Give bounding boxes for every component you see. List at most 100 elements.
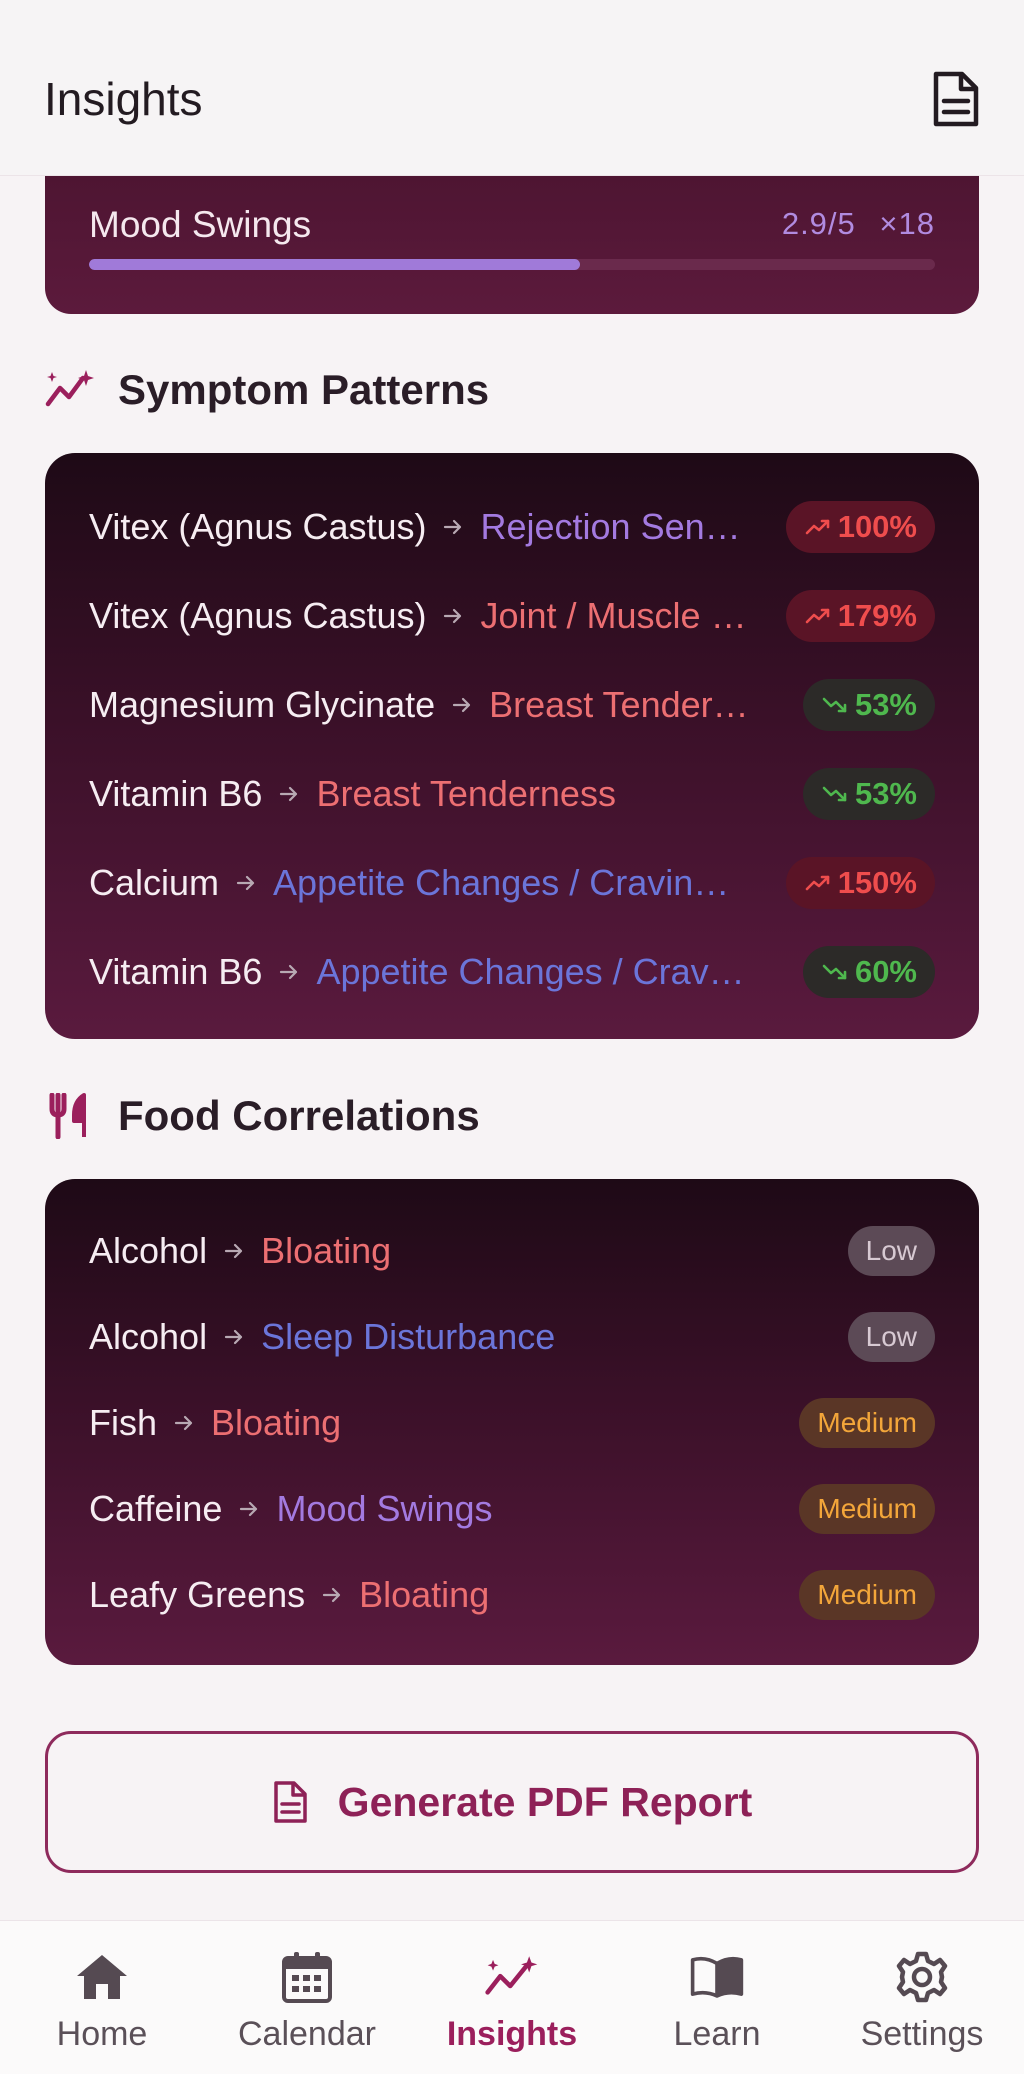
strength-badge: Low xyxy=(847,1312,935,1362)
supplement-name: Magnesium Glycinate xyxy=(89,684,436,725)
page-title: Insights xyxy=(44,73,203,125)
app-header: Insights xyxy=(0,0,1024,176)
symptom-name: Breast Tender… xyxy=(489,684,749,725)
correlation-row[interactable]: Fish Bloating Medium xyxy=(89,1395,935,1451)
trending-down-icon xyxy=(822,964,847,980)
pattern-row[interactable]: Vitex (Agnus Castus) Rejection Sen… 100% xyxy=(89,499,935,555)
supplement-name: Vitamin B6 xyxy=(89,951,263,992)
home-icon xyxy=(74,1949,130,2005)
document-icon[interactable] xyxy=(930,70,980,128)
symptom-name: Appetite Changes / Crav… xyxy=(316,951,745,992)
symptom-name: Bloating xyxy=(261,1230,392,1271)
change-value: 53% xyxy=(854,776,917,811)
strength-badge: Medium xyxy=(799,1398,935,1448)
supplement-name: Vitex (Agnus Castus) xyxy=(89,506,427,547)
food-name: Fish xyxy=(89,1402,158,1443)
strength-badge: Medium xyxy=(799,1570,935,1620)
arrow-right-icon xyxy=(280,786,298,802)
trending-up-icon xyxy=(805,875,830,891)
generate-pdf-button[interactable]: Generate PDF Report xyxy=(45,1731,979,1873)
mood-name: Mood Swings xyxy=(89,204,312,245)
section-title: Symptom Patterns xyxy=(118,366,490,413)
arrow-right-icon xyxy=(174,1415,193,1431)
trending-down-icon xyxy=(822,786,847,802)
symptom-name: Sleep Disturbance xyxy=(261,1316,556,1357)
symptom-name: Appetite Changes / Cravin… xyxy=(273,862,730,903)
strength-badge: Medium xyxy=(799,1484,935,1534)
tab-label: Learn xyxy=(673,2015,761,2053)
symptom-name: Breast Tenderness xyxy=(316,773,616,814)
calendar-icon xyxy=(279,1949,335,2005)
trend-sparkle-icon xyxy=(44,364,96,416)
tab-insights[interactable]: Insights xyxy=(410,1921,614,2074)
arrow-right-icon xyxy=(453,697,471,713)
change-badge: 150% xyxy=(785,857,935,909)
correlation-row[interactable]: Alcohol Bloating Low xyxy=(89,1223,935,1279)
symptom-patterns-card: Vitex (Agnus Castus) Rejection Sen… 100% Vi… xyxy=(45,453,979,1039)
generate-pdf-label: Generate PDF Report xyxy=(337,1778,753,1825)
correlation-row[interactable]: Leafy Greens Bloating Medium xyxy=(89,1567,935,1623)
pattern-row[interactable]: Vitamin B6 Breast Tenderness 53% xyxy=(89,766,935,822)
supplement-name: Vitamin B6 xyxy=(89,773,263,814)
trending-up-icon xyxy=(805,519,830,535)
change-value: 150% xyxy=(837,865,917,900)
arrow-right-icon xyxy=(280,964,298,980)
symptom-patterns-heading: Symptom Patterns xyxy=(44,360,489,420)
document-icon xyxy=(272,1780,308,1824)
mood-progress-fill xyxy=(89,259,580,270)
change-badge: 179% xyxy=(785,590,935,642)
strength-badge: Low xyxy=(847,1226,935,1276)
change-badge: 53% xyxy=(802,679,935,731)
symptom-name: Mood Swings xyxy=(276,1488,493,1529)
book-icon xyxy=(689,1949,745,2005)
tab-learn[interactable]: Learn xyxy=(615,1921,819,2074)
change-value: 179% xyxy=(837,598,917,633)
supplement-name: Vitex (Agnus Castus) xyxy=(89,595,427,636)
tab-settings[interactable]: Settings xyxy=(820,1921,1024,2074)
correlation-row[interactable]: Caffeine Mood Swings Medium xyxy=(89,1481,935,1537)
trending-up-icon xyxy=(805,608,830,624)
symptom-name: Joint / Muscle … xyxy=(480,595,747,636)
food-name: Leafy Greens xyxy=(89,1574,306,1615)
change-badge: 60% xyxy=(802,946,935,998)
symptom-name: Bloating xyxy=(359,1574,490,1615)
arrow-right-icon xyxy=(444,608,462,624)
food-correlations-heading: Food Correlations xyxy=(44,1086,480,1146)
tab-calendar[interactable]: Calendar xyxy=(205,1921,409,2074)
arrow-right-icon xyxy=(323,1587,341,1603)
pattern-row[interactable]: Vitex (Agnus Castus) Joint / Muscle … 179% xyxy=(89,588,935,644)
mood-score-value: 2.9/5 xyxy=(781,206,856,241)
change-value: 100% xyxy=(837,509,917,544)
change-badge: 100% xyxy=(785,501,935,553)
trending-down-icon xyxy=(822,697,847,713)
symptom-name: Bloating xyxy=(211,1402,342,1443)
food-name: Alcohol xyxy=(89,1316,208,1357)
tab-label: Insights xyxy=(446,2015,578,2053)
supplement-name: Calcium xyxy=(89,862,220,903)
food-name: Caffeine xyxy=(89,1488,223,1529)
arrow-right-icon xyxy=(224,1329,243,1345)
fork-knife-icon xyxy=(44,1090,96,1142)
arrow-right-icon xyxy=(444,519,462,535)
arrow-right-icon xyxy=(224,1243,243,1259)
bottom-tab-bar: Home Calendar Insights Learn Settings xyxy=(0,1920,1024,2074)
section-title: Food Correlations xyxy=(118,1092,480,1139)
food-correlations-card: Alcohol Bloating Low Alcohol Sleep Disturban… xyxy=(45,1179,979,1665)
pattern-row[interactable]: Calcium Appetite Changes / Cravin… 150% xyxy=(89,855,935,911)
food-name: Alcohol xyxy=(89,1230,208,1271)
tab-home[interactable]: Home xyxy=(0,1921,204,2074)
change-badge: 53% xyxy=(802,768,935,820)
symptom-name: Rejection Sen… xyxy=(480,506,741,547)
arrow-right-icon xyxy=(240,1501,258,1517)
tab-label: Settings xyxy=(860,2015,984,2053)
pattern-row[interactable]: Vitamin B6 Appetite Changes / Crav… 60% xyxy=(89,944,935,1000)
mood-summary-card: Mood Swings 2.9/5 ×18 xyxy=(45,176,979,314)
correlation-row[interactable]: Alcohol Sleep Disturbance Low xyxy=(89,1309,935,1365)
pattern-row[interactable]: Magnesium Glycinate Breast Tender… 53% xyxy=(89,677,935,733)
arrow-right-icon xyxy=(236,875,255,891)
insights-icon xyxy=(484,1949,540,2005)
mood-score: 2.9/5 ×18 xyxy=(782,206,935,242)
change-value: 60% xyxy=(854,954,917,989)
gear-icon xyxy=(894,1949,950,2005)
tab-label: Calendar xyxy=(238,2015,376,2053)
